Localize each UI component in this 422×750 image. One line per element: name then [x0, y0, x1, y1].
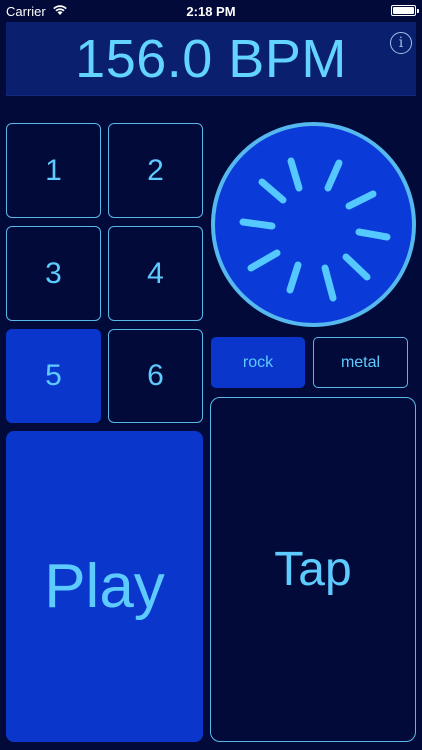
- bpm-display: 156.0 BPM i: [6, 22, 416, 96]
- pad-1[interactable]: 1: [6, 123, 101, 218]
- style-metal-button[interactable]: metal: [313, 337, 408, 388]
- pad-label: 4: [147, 256, 164, 290]
- style-rock-button[interactable]: rock: [211, 337, 305, 388]
- pad-6[interactable]: 6: [108, 329, 203, 423]
- status-time: 2:18 PM: [186, 4, 236, 19]
- pad-label: 1: [45, 153, 62, 187]
- play-button[interactable]: Play: [6, 431, 203, 742]
- style-metal-label: metal: [340, 353, 381, 371]
- pad-4[interactable]: 4: [108, 226, 203, 321]
- pad-label: 2: [147, 153, 164, 187]
- pad-label: 3: [45, 256, 62, 290]
- battery-icon: [391, 5, 419, 16]
- dial-ticks-icon: [239, 157, 391, 302]
- tap-button[interactable]: Tap: [210, 397, 416, 742]
- pad-label: 6: [147, 359, 164, 392]
- pad-3[interactable]: 3: [6, 226, 101, 321]
- pad-2[interactable]: 2: [108, 123, 203, 218]
- info-icon[interactable]: i: [390, 32, 412, 54]
- status-bar: Carrier 2:18 PM: [0, 0, 422, 22]
- tap-label: Tap: [274, 543, 352, 596]
- bpm-value: 156.0 BPM: [75, 28, 347, 89]
- tempo-dial[interactable]: [211, 122, 416, 327]
- pad-5[interactable]: 5: [6, 329, 101, 423]
- pad-label: 5: [45, 359, 62, 392]
- play-label: Play: [44, 552, 165, 621]
- style-rock-label: rock: [242, 353, 274, 371]
